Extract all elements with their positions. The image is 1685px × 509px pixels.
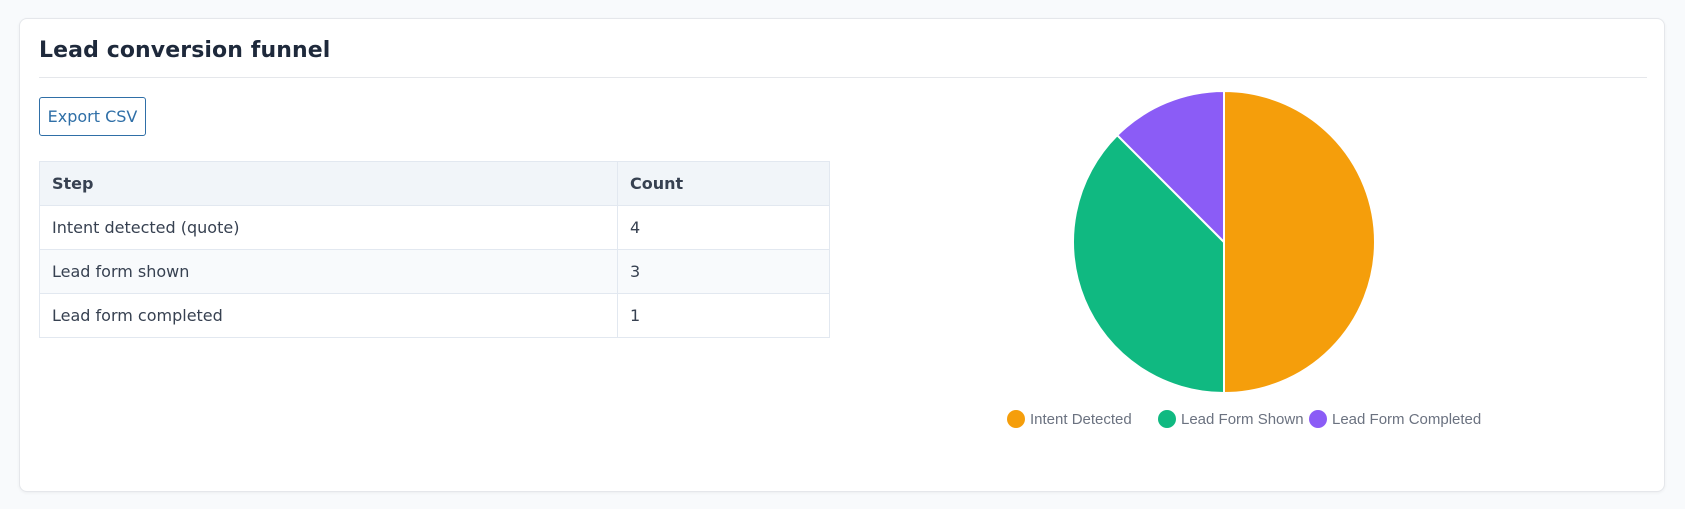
column-header-step[interactable]: Step xyxy=(39,161,618,206)
legend-label[interactable]: Lead Form Completed xyxy=(1332,411,1481,428)
card-title: Lead conversion funnel xyxy=(39,38,331,63)
count-cell: 3 xyxy=(617,249,830,294)
count-cell: 1 xyxy=(617,293,830,338)
funnel-table: Step Count Intent detected (quote) 4 Lea… xyxy=(39,161,830,338)
title-divider xyxy=(39,77,1647,78)
legend-label[interactable]: Intent Detected xyxy=(1030,411,1132,428)
table-row: Lead form shown 3 xyxy=(39,249,830,294)
table-header-row: Step Count xyxy=(39,161,830,206)
table-row: Intent detected (quote) 4 xyxy=(39,205,830,250)
table-row: Lead form completed 1 xyxy=(39,293,830,338)
export-csv-button[interactable]: Export CSV xyxy=(39,97,146,136)
pie-chart-svg: Intent Detected Lead Form Shown Lead Form … xyxy=(1007,89,1481,428)
step-cell: Lead form shown xyxy=(39,249,618,294)
legend-label[interactable]: Lead Form Shown xyxy=(1181,411,1304,428)
step-cell: Intent detected (quote) xyxy=(39,205,618,250)
count-cell: 4 xyxy=(617,205,830,250)
legend-swatch xyxy=(1158,410,1176,428)
legend-swatch xyxy=(1007,410,1025,428)
column-header-count[interactable]: Count xyxy=(617,161,830,206)
legend-swatch xyxy=(1309,410,1327,428)
step-cell: Lead form completed xyxy=(39,293,618,338)
pie-slice-intent-detected[interactable] xyxy=(1223,89,1376,395)
lead-funnel-card: Lead conversion funnel Export CSV Step C… xyxy=(19,18,1665,492)
funnel-pie-chart: Intent Detected Lead Form Shown Lead Form … xyxy=(1000,89,1560,489)
